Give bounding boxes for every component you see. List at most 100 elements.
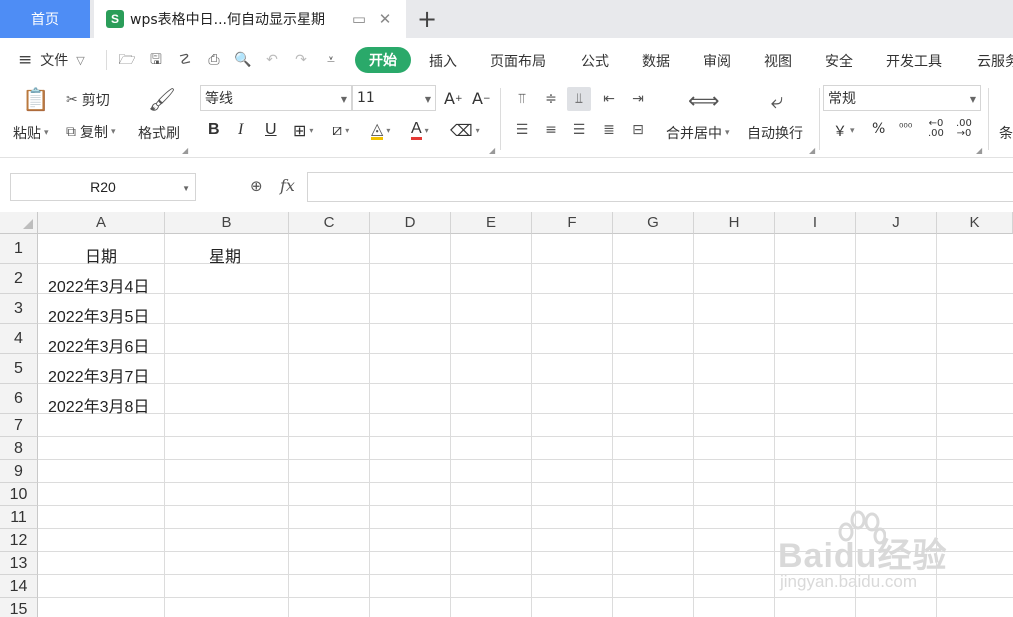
file-menu[interactable]: ≡ 文件 ▽	[18, 50, 85, 70]
row-header[interactable]: 3	[0, 294, 38, 324]
bold-button[interactable]: B	[208, 119, 220, 141]
tab-insert[interactable]: 插入	[429, 51, 457, 71]
row-header[interactable]: 11	[0, 506, 38, 529]
align-center-icon[interactable]: ≡	[539, 118, 563, 142]
alignment-dialog-launcher-icon[interactable]: ◢	[809, 146, 815, 155]
currency-button[interactable]: ￥ ▾	[833, 121, 855, 141]
cell-a3[interactable]: 2022年3月5日	[48, 303, 149, 327]
wrap-text-button[interactable]: 自动换行	[747, 123, 803, 143]
borders-button[interactable]: ⊞ ▾	[293, 119, 313, 141]
row-header[interactable]: 14	[0, 575, 38, 598]
format-brush-icon[interactable]: ☡	[175, 50, 195, 70]
customize-dropdown-icon[interactable]: ⩡	[321, 50, 341, 70]
decrease-font-icon[interactable]: A −	[472, 89, 491, 108]
monitor-icon[interactable]: ▭	[350, 10, 368, 28]
fx-icon[interactable]: fx	[280, 176, 295, 195]
number-dialog-launcher-icon[interactable]: ◢	[976, 146, 982, 155]
row-header[interactable]: 1	[0, 234, 38, 264]
close-icon[interactable]: ✕	[376, 10, 394, 28]
merge-icon[interactable]: ⟺	[688, 89, 720, 115]
align-left-icon[interactable]: ☰	[510, 118, 534, 142]
formula-input[interactable]	[307, 172, 1013, 202]
font-size-select[interactable]: 11 ▼	[352, 85, 436, 111]
font-name-select[interactable]: 等线 ▼	[200, 85, 352, 111]
cell-a6[interactable]: 2022年3月8日	[48, 393, 149, 417]
column-header-j[interactable]: J	[856, 212, 937, 234]
cell-a1[interactable]: 日期	[85, 243, 117, 267]
tab-security[interactable]: 安全	[825, 51, 853, 71]
align-bottom-icon[interactable]: ⫫	[567, 87, 591, 111]
cell-b1[interactable]: 星期	[209, 243, 241, 267]
column-header-f[interactable]: F	[532, 212, 613, 234]
tab-developer[interactable]: 开发工具	[886, 51, 942, 71]
cell-a4[interactable]: 2022年3月6日	[48, 333, 149, 357]
tab-page-layout[interactable]: 页面布局	[490, 51, 546, 71]
decrease-indent-icon[interactable]: ⇤	[597, 87, 621, 111]
tab-formulas[interactable]: 公式	[581, 51, 609, 71]
align-top-icon[interactable]: ⫪	[510, 87, 534, 111]
column-header-a[interactable]: A	[38, 212, 165, 234]
save-icon[interactable]: 🖫	[146, 50, 166, 70]
column-header-b[interactable]: B	[165, 212, 289, 234]
decrease-decimal-icon[interactable]: .00 →0	[956, 119, 972, 139]
italic-button[interactable]: I	[238, 119, 243, 141]
row-header[interactable]: 13	[0, 552, 38, 575]
underline-button[interactable]: U	[265, 119, 277, 141]
zoom-icon[interactable]: ⊕	[250, 177, 263, 195]
row-header[interactable]: 12	[0, 529, 38, 552]
dialog-launcher-icon[interactable]: ◢	[182, 146, 188, 155]
print-icon[interactable]: ⎙	[204, 50, 224, 70]
row-header[interactable]: 9	[0, 460, 38, 483]
row-header[interactable]: 5	[0, 354, 38, 384]
tab-home[interactable]: 首页	[0, 0, 90, 38]
thousands-icon[interactable]: ⁰⁰⁰	[899, 121, 912, 134]
clear-button[interactable]: ⌫ ▾	[450, 119, 480, 141]
row-header[interactable]: 2	[0, 264, 38, 294]
tab-data[interactable]: 数据	[642, 51, 670, 71]
row-header[interactable]: 6	[0, 384, 38, 414]
tab-review[interactable]: 审阅	[703, 51, 731, 71]
increase-font-icon[interactable]: A +	[444, 89, 463, 108]
new-tab-button[interactable]: +	[414, 6, 440, 32]
increase-indent-icon[interactable]: ⇥	[626, 87, 650, 111]
row-header[interactable]: 7	[0, 414, 38, 437]
fill-pattern-button[interactable]: ⧄ ▾	[332, 119, 349, 141]
column-header-g[interactable]: G	[613, 212, 694, 234]
conditional-format-button[interactable]: 条	[999, 123, 1013, 143]
row-header[interactable]: 10	[0, 483, 38, 506]
open-icon[interactable]: 🗁	[117, 50, 137, 70]
merge-center-button[interactable]: 合并居中 ▾	[666, 123, 730, 143]
tab-document[interactable]: S wps表格中日...何自动显示星期 ▭ ✕	[94, 0, 406, 38]
font-dialog-launcher-icon[interactable]: ◢	[489, 146, 495, 155]
column-header-k[interactable]: K	[937, 212, 1013, 234]
cut-button[interactable]: ✂ 剪切	[66, 90, 110, 110]
column-header-e[interactable]: E	[451, 212, 532, 234]
cell-a2[interactable]: 2022年3月4日	[48, 273, 149, 297]
increase-decimal-icon[interactable]: ←0.00	[928, 119, 944, 139]
tab-cloud[interactable]: 云服务	[977, 51, 1013, 71]
align-middle-icon[interactable]: ≑	[539, 87, 563, 111]
cell-a5[interactable]: 2022年3月7日	[48, 363, 149, 387]
paste-button[interactable]: 粘贴 ▾	[13, 123, 49, 143]
redo-icon[interactable]: ↷	[291, 50, 311, 70]
copy-button[interactable]: ⧉ 复制 ▾	[66, 122, 116, 142]
format-painter-button[interactable]: 格式刷	[138, 123, 180, 143]
column-header-h[interactable]: H	[694, 212, 775, 234]
row-header[interactable]: 4	[0, 324, 38, 354]
row-header[interactable]: 15	[0, 598, 38, 617]
column-header-d[interactable]: D	[370, 212, 451, 234]
column-header-i[interactable]: I	[775, 212, 856, 234]
row-header[interactable]: 8	[0, 437, 38, 460]
fill-color-button[interactable]: ◬ ▾	[371, 119, 390, 141]
justify-icon[interactable]: ≣	[597, 118, 621, 142]
align-right-icon[interactable]: ☰	[567, 118, 591, 142]
percent-button[interactable]: %	[872, 121, 885, 137]
tab-view[interactable]: 视图	[764, 51, 792, 71]
font-color-button[interactable]: A ▾	[411, 119, 429, 141]
name-box[interactable]: R20 ▼	[10, 173, 196, 201]
paste-icon[interactable]: 📋	[22, 88, 49, 116]
distributed-icon[interactable]: ⊟	[626, 118, 650, 142]
undo-icon[interactable]: ↶	[262, 50, 282, 70]
number-format-select[interactable]: 常规 ▼	[823, 85, 981, 111]
select-all-button[interactable]	[0, 212, 38, 234]
